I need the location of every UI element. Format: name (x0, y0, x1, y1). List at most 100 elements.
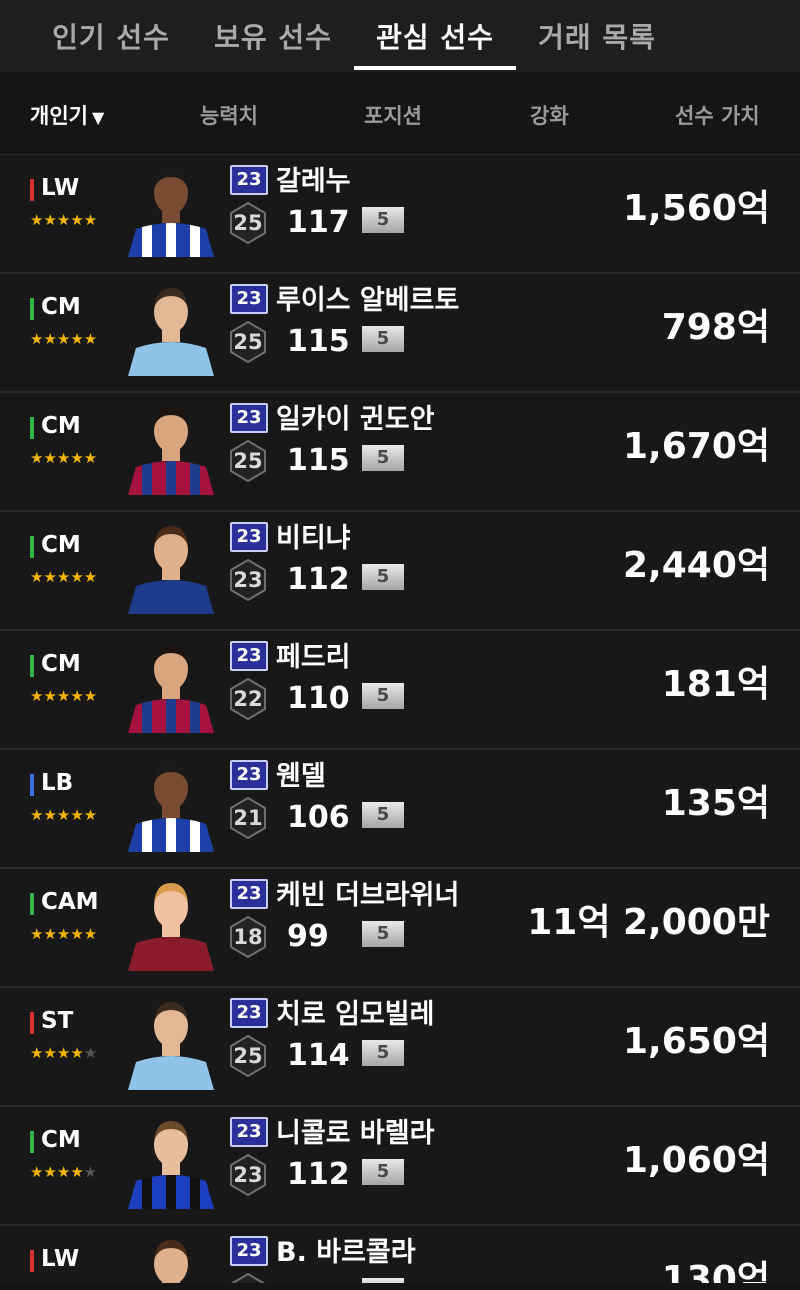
sort-popularity-button[interactable]: 개인기 ▼ (30, 100, 104, 130)
position-label: LW (30, 175, 79, 201)
player-value: 130억 (661, 1259, 770, 1283)
star-icon: ★★★★★ (30, 330, 98, 348)
player-name: 케빈 더브라위너 (276, 880, 460, 911)
player-value: 181억 (661, 664, 770, 705)
sort-enhance-button[interactable]: 강화 (530, 100, 569, 130)
position-label: CM (30, 651, 81, 677)
column-label: 포지션 (364, 104, 422, 128)
star-icon: ★ (83, 1163, 98, 1181)
level-hexagon-icon: 23 (226, 558, 270, 602)
tab-popular-players[interactable]: 인기 선수 (30, 0, 192, 72)
skill-stars: ★★★★★ (30, 568, 97, 586)
player-row[interactable]: CAM ★★★★★ 23 케빈 더브라위너 18 99 5 11억 2,000만 (0, 869, 800, 988)
position-label: CM (30, 532, 81, 558)
overall-rating: 106 (287, 800, 350, 835)
player-value: 798억 (661, 307, 770, 348)
season-badge: 23 (230, 760, 268, 790)
position-color-bar (30, 774, 34, 796)
position-color-bar (30, 1012, 34, 1034)
skill-stars: ★★★★★ (30, 925, 97, 943)
player-name: 일카이 귄도안 (276, 404, 435, 435)
level-hexagon-icon: 21 (226, 1272, 270, 1283)
position-color-bar (30, 298, 34, 320)
level-value: 25 (233, 1044, 263, 1068)
player-list: LW ★★★★★ 23 갈레누 25 117 5 1,560억 CM ★★★★★ (0, 155, 800, 1283)
sort-ability-button[interactable]: 능력치 (200, 100, 258, 130)
overall-rating: 114 (287, 1038, 350, 1073)
level-value: 23 (233, 568, 263, 592)
position-label: CM (30, 413, 81, 439)
position-label: ST (30, 1008, 73, 1034)
position-color-bar (30, 536, 34, 558)
level-hexagon-icon: 25 (226, 320, 270, 364)
season-badge: 23 (230, 403, 268, 433)
level-value: 18 (233, 925, 263, 949)
level-value: 23 (233, 1163, 263, 1187)
player-value: 11억 2,000만 (527, 902, 770, 943)
player-name: 니콜로 바렐라 (276, 1118, 435, 1149)
position-text: CM (41, 1127, 81, 1153)
player-photo (122, 635, 220, 733)
enhance-level-badge: 5 (362, 445, 404, 471)
season-badge: 23 (230, 1236, 268, 1266)
position-text: CAM (41, 889, 99, 915)
level-value: 25 (233, 330, 263, 354)
player-row[interactable]: LB ★★★★★ 23 웬델 21 106 5 135억 (0, 750, 800, 869)
position-text: CM (41, 651, 81, 677)
player-row[interactable]: LW ★★★★★ 23 B. 바르콜라 21 5 130억 (0, 1226, 800, 1283)
tab-owned-players[interactable]: 보유 선수 (192, 0, 354, 72)
position-color-bar (30, 893, 34, 915)
level-hexagon-icon: 18 (226, 915, 270, 959)
overall-rating: 115 (287, 443, 350, 478)
tab-watchlist-players[interactable]: 관심 선수 (354, 0, 516, 72)
level-hexagon-icon: 23 (226, 1153, 270, 1197)
enhance-level-badge: 5 (362, 1278, 404, 1283)
season-badge: 23 (230, 284, 268, 314)
player-row[interactable]: CM ★★★★★ 23 일카이 귄도안 25 115 5 1,670억 (0, 393, 800, 512)
player-value: 1,670억 (623, 426, 770, 467)
sort-value-button[interactable]: 선수 가치 (675, 100, 760, 130)
player-row[interactable]: CM ★★★★★ 23 비티냐 23 112 5 2,440억 (0, 512, 800, 631)
player-row[interactable]: CM ★★★★★ 23 니콜로 바렐라 23 112 5 1,060억 (0, 1107, 800, 1226)
level-value: 21 (233, 806, 263, 830)
position-text: LW (41, 1246, 80, 1272)
position-label: CAM (30, 889, 99, 915)
player-value: 2,440억 (623, 545, 770, 586)
player-row[interactable]: ST ★★★★★ 23 치로 임모빌레 25 114 5 1,650억 (0, 988, 800, 1107)
player-photo (122, 1230, 220, 1283)
star-icon: ★★★★★ (30, 925, 98, 943)
player-photo (122, 873, 220, 971)
season-badge: 23 (230, 165, 268, 195)
tab-label: 보유 선수 (214, 21, 332, 54)
player-name: 페드리 (276, 642, 351, 673)
player-row[interactable]: CM ★★★★★ 23 페드리 22 110 5 181억 (0, 631, 800, 750)
player-row[interactable]: CM ★★★★★ 23 루이스 알베르토 25 115 5 798억 (0, 274, 800, 393)
column-label: 개인기 (30, 104, 88, 128)
level-hexagon-icon: 25 (226, 1034, 270, 1078)
overall-rating: 112 (287, 1157, 350, 1192)
season-badge: 23 (230, 1117, 268, 1147)
enhance-level-badge: 5 (362, 1159, 404, 1185)
enhance-level-badge: 5 (362, 802, 404, 828)
skill-stars: ★★★★★ (30, 1163, 97, 1181)
skill-stars: ★★★★★ (30, 687, 97, 705)
position-text: ST (41, 1008, 74, 1034)
player-photo (122, 1111, 220, 1209)
player-name: B. 바르콜라 (276, 1237, 416, 1268)
overall-rating: 110 (287, 681, 350, 716)
enhance-level-badge: 5 (362, 1040, 404, 1066)
tab-trade-list[interactable]: 거래 목록 (516, 0, 678, 72)
level-hexagon-icon: 22 (226, 677, 270, 721)
position-text: CM (41, 532, 81, 558)
skill-stars: ★★★★★ (30, 330, 97, 348)
player-row[interactable]: LW ★★★★★ 23 갈레누 25 117 5 1,560억 (0, 155, 800, 274)
sort-position-button[interactable]: 포지션 (364, 100, 422, 130)
enhance-level-badge: 5 (362, 207, 404, 233)
tab-bar: 인기 선수 보유 선수 관심 선수 거래 목록 (0, 0, 800, 72)
skill-stars: ★★★★★ (30, 211, 97, 229)
level-value: 22 (233, 687, 263, 711)
season-badge: 23 (230, 641, 268, 671)
player-name: 웬델 (276, 761, 326, 792)
star-icon: ★★★★ (30, 1163, 84, 1181)
player-photo (122, 754, 220, 852)
